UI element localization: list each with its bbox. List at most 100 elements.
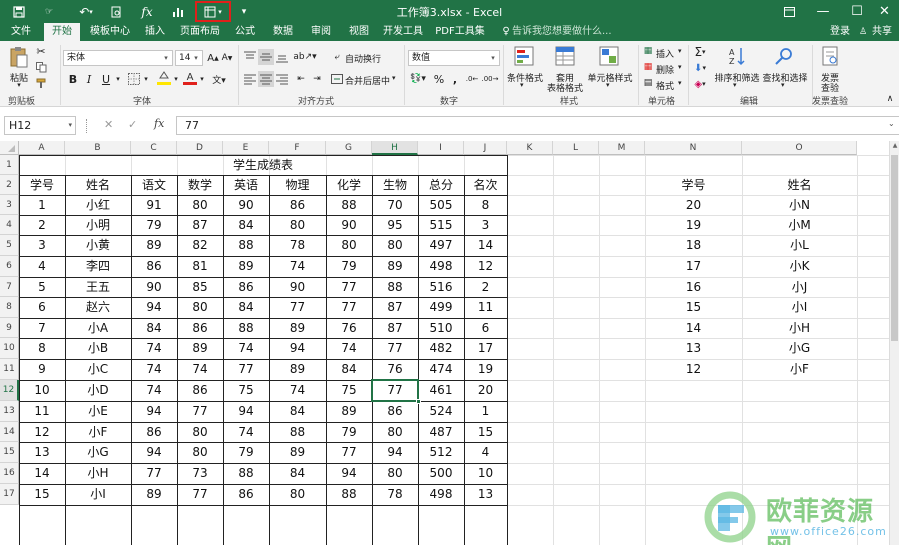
worksheet[interactable]: ABCDEFGHIJKLMNO 1 2 3 4 5 6 7 8 9 10 11 12 13 14 15 16 1… <box>0 141 899 545</box>
table-cell[interactable]: 6 <box>464 318 507 338</box>
share-button[interactable]: 共享 <box>868 23 896 41</box>
vertical-scrollbar[interactable]: ▲ <box>889 141 899 545</box>
table-cell[interactable]: 13 <box>19 442 65 463</box>
tab-review[interactable]: 审阅 <box>304 23 338 41</box>
invoice-check-icon[interactable] <box>818 45 842 67</box>
table-cell[interactable]: 小B <box>65 338 131 359</box>
side-table-cell[interactable]: 17 <box>645 256 742 277</box>
table-cell[interactable]: 5 <box>19 277 65 297</box>
chevron-down-icon[interactable]: ▾ <box>733 81 737 89</box>
chevron-down-icon[interactable]: ▾ <box>392 74 396 82</box>
table-cell[interactable]: 14 <box>19 463 65 484</box>
table-cell[interactable]: 88 <box>372 277 418 297</box>
table-header-cell[interactable]: 化学 <box>326 175 372 195</box>
side-table-cell[interactable]: 14 <box>645 318 742 338</box>
tab-insert[interactable]: 插入 <box>138 23 172 41</box>
table-cell[interactable]: 小C <box>65 359 131 380</box>
table-header-cell[interactable]: 生物 <box>372 175 418 195</box>
table-header-cell[interactable]: 名次 <box>464 175 507 195</box>
table-cell[interactable]: 73 <box>177 463 223 484</box>
table-cell[interactable]: 2 <box>464 277 507 297</box>
table-cell[interactable]: 小I <box>65 484 131 505</box>
tab-formulas[interactable]: 公式 <box>228 23 262 41</box>
formula-input[interactable]: 77 <box>176 116 899 135</box>
table-cell[interactable]: 86 <box>131 256 177 277</box>
table-cell[interactable]: 94 <box>223 401 269 422</box>
table-cell[interactable]: 78 <box>269 235 326 256</box>
table-cell[interactable]: 80 <box>269 215 326 235</box>
table-cell[interactable]: 12 <box>464 256 507 277</box>
table-cell[interactable]: 86 <box>177 318 223 338</box>
table-cell[interactable]: 482 <box>418 338 464 359</box>
side-header-cell[interactable]: 姓名 <box>742 175 857 195</box>
cut-icon[interactable]: ✂ <box>34 44 48 58</box>
chevron-down-icon[interactable]: ▾ <box>172 71 180 87</box>
table-cell[interactable]: 77 <box>177 401 223 422</box>
table-cell[interactable]: 小G <box>65 442 131 463</box>
table-cell[interactable]: 3 <box>464 215 507 235</box>
table-cell[interactable]: 86 <box>177 380 223 401</box>
decrease-font-icon[interactable]: A ▼ <box>221 50 233 66</box>
login-button[interactable]: 登录 <box>826 23 854 41</box>
table-cell[interactable]: 510 <box>418 318 464 338</box>
table-cell[interactable]: 79 <box>326 422 372 442</box>
autosum-icon[interactable]: Σ ▾ <box>692 45 708 59</box>
font-color-icon[interactable]: A <box>182 69 198 87</box>
table-cell[interactable]: 497 <box>418 235 464 256</box>
table-cell[interactable]: 80 <box>177 297 223 318</box>
tab-home[interactable]: 开始 <box>44 23 80 41</box>
align-right-icon[interactable] <box>274 71 290 87</box>
table-cell[interactable]: 80 <box>372 463 418 484</box>
table-cell[interactable]: 11 <box>19 401 65 422</box>
table-cell[interactable]: 74 <box>269 380 326 401</box>
insert-cells-icon[interactable]: ▦ <box>642 45 654 57</box>
phonetic-icon[interactable]: 文▾ <box>210 71 228 87</box>
align-bottom-icon[interactable] <box>274 49 290 65</box>
table-cell[interactable]: 90 <box>223 195 269 215</box>
tab-pdf-tools[interactable]: PDF工具集 <box>432 23 488 41</box>
table-cell[interactable]: 74 <box>223 422 269 442</box>
wrap-text-button[interactable]: 自动换行 <box>345 52 381 65</box>
table-cell[interactable]: 77 <box>269 297 326 318</box>
side-table-cell[interactable]: 小F <box>742 359 857 380</box>
table-cell[interactable]: 79 <box>223 442 269 463</box>
table-cell[interactable]: 小明 <box>65 215 131 235</box>
table-cell[interactable]: 77 <box>131 463 177 484</box>
table-cell[interactable]: 79 <box>326 256 372 277</box>
maximize-icon[interactable]: ☐ <box>840 0 874 23</box>
side-table-cell[interactable]: 小L <box>742 235 857 256</box>
table-cell[interactable]: 74 <box>131 380 177 401</box>
table-cell[interactable]: 86 <box>131 422 177 442</box>
tab-data[interactable]: 数据 <box>266 23 300 41</box>
ribbon-display-icon[interactable] <box>772 0 806 23</box>
table-cell[interactable]: 84 <box>131 318 177 338</box>
table-cell[interactable]: 94 <box>131 442 177 463</box>
table-cell[interactable]: 88 <box>326 484 372 505</box>
increase-font-icon[interactable]: A ▲ <box>207 50 219 66</box>
table-cell[interactable]: 89 <box>131 484 177 505</box>
tell-me-search[interactable]: 告诉我您想要做什么... <box>512 23 622 41</box>
copy-icon[interactable] <box>34 60 48 74</box>
side-table-cell[interactable]: 19 <box>645 215 742 235</box>
increase-decimal-icon[interactable]: .0← <box>464 71 480 87</box>
table-cell[interactable]: 78 <box>372 484 418 505</box>
table-cell[interactable]: 小F <box>65 422 131 442</box>
table-cell[interactable]: 85 <box>177 277 223 297</box>
increase-indent-icon[interactable]: ⇥ <box>310 71 324 87</box>
table-cell[interactable]: 94 <box>131 401 177 422</box>
table-cell[interactable]: 12 <box>19 422 65 442</box>
table-cell[interactable]: 80 <box>372 422 418 442</box>
table-cell[interactable]: 80 <box>177 195 223 215</box>
table-cell[interactable]: 89 <box>326 401 372 422</box>
table-cell[interactable]: 11 <box>464 297 507 318</box>
chevron-down-icon[interactable]: ▾ <box>606 81 610 89</box>
number-format-select[interactable]: 数值 ▾ <box>408 50 500 66</box>
table-cell[interactable]: 74 <box>326 338 372 359</box>
table-cell[interactable]: 75 <box>326 380 372 401</box>
scrollbar-thumb[interactable] <box>891 155 898 341</box>
table-cell[interactable]: 77 <box>372 338 418 359</box>
table-cell[interactable]: 461 <box>418 380 464 401</box>
table-cell[interactable]: 89 <box>269 359 326 380</box>
format-as-table-icon[interactable] <box>553 45 577 67</box>
close-icon[interactable]: ✕ <box>870 0 899 23</box>
